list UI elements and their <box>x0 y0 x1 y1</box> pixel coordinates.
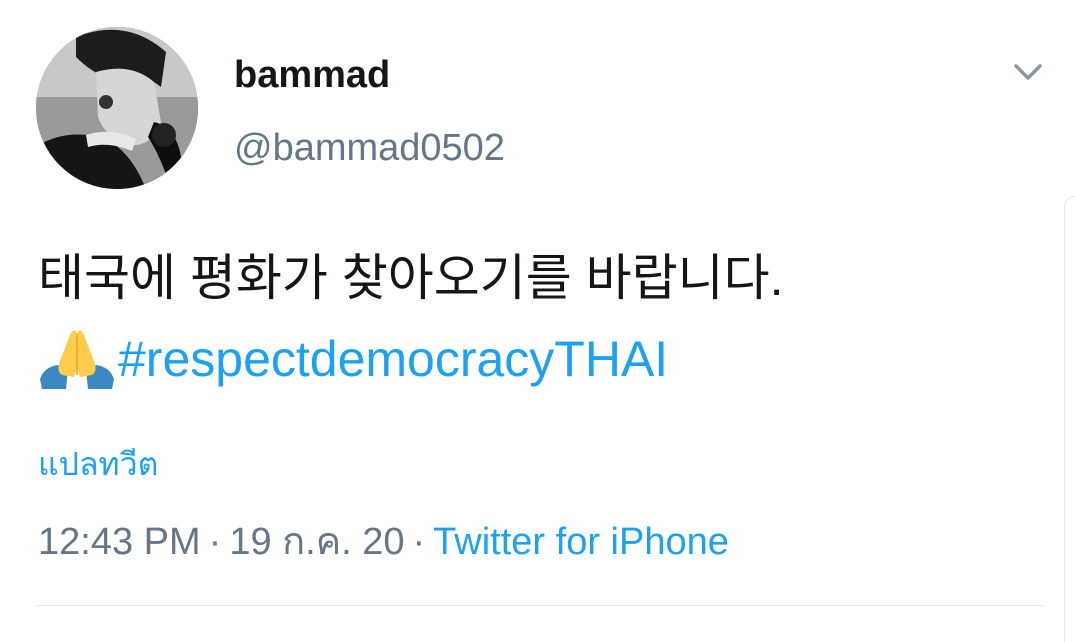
tweet-meta: 12:43 PM · 19 ก.ค. 20 · Twitter for iPhone <box>38 519 729 565</box>
meta-separator: · <box>208 521 222 563</box>
tweet-text: 태국에 평화가 찾아오기를 바랍니다. <box>38 250 784 306</box>
avatar-image <box>36 27 198 189</box>
chevron-down-icon[interactable] <box>1008 56 1048 88</box>
avatar[interactable] <box>36 27 198 189</box>
hashtag-link[interactable]: #respectdemocracyTHAI <box>118 327 668 391</box>
display-name[interactable]: bammad <box>234 53 390 97</box>
user-handle[interactable]: @bammad0502 <box>234 126 505 170</box>
meta-separator: · <box>412 521 426 563</box>
tweet-detail: bammad @bammad0502 태국에 평화가 찾아오기를 바랍니다. #… <box>0 0 1075 642</box>
tweet-source-link[interactable]: Twitter for iPhone <box>433 521 729 563</box>
translate-tweet-link[interactable]: แปลทวีต <box>38 444 158 484</box>
folded-hands-icon <box>38 327 116 391</box>
tweet-hashtag-line: #respectdemocracyTHAI <box>38 326 668 392</box>
tweet-date[interactable]: 19 ก.ค. 20 <box>229 521 404 563</box>
divider <box>36 605 1044 606</box>
panel-edge <box>1064 196 1075 642</box>
tweet-time[interactable]: 12:43 PM <box>38 521 201 563</box>
